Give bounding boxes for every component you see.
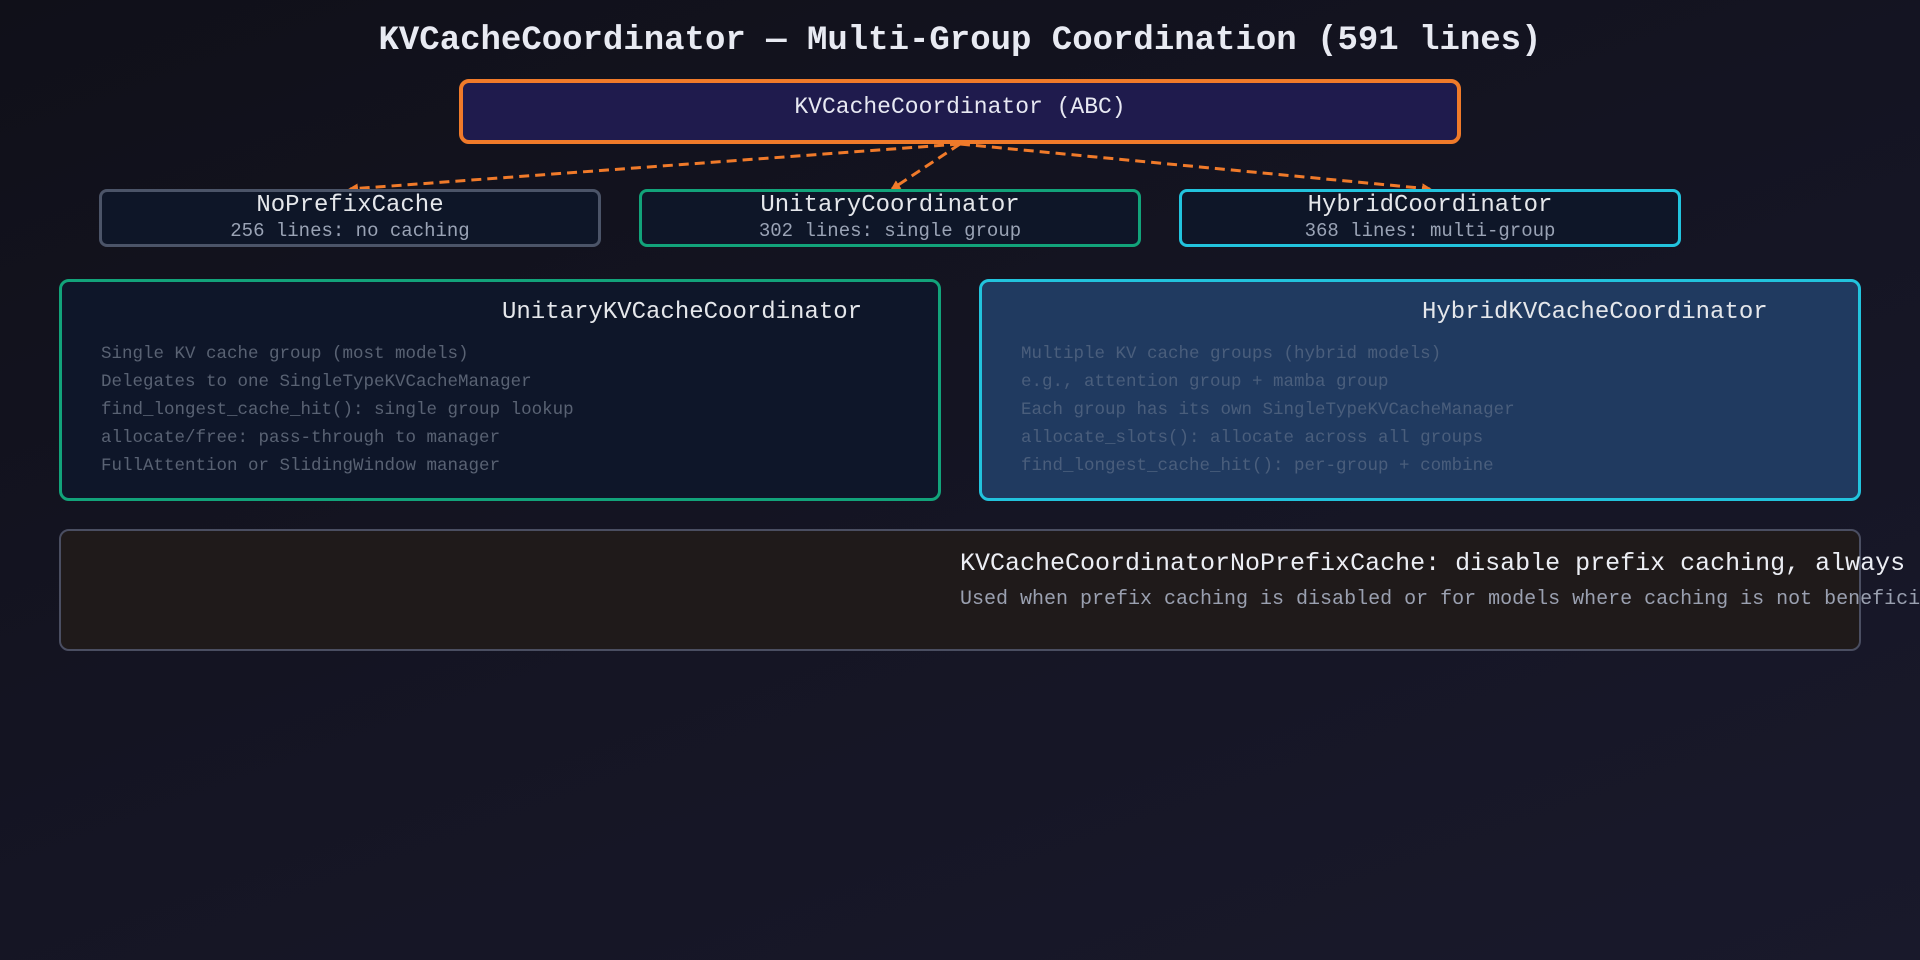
no-prefix-cache-note-clip: KVCacheCoordinatorNoPrefixCache: disable…	[0, 0, 1920, 960]
no-prefix-cache-note-subtitle: Used when prefix caching is disabled or …	[960, 588, 1920, 611]
no-prefix-cache-note-heading: KVCacheCoordinatorNoPrefixCache: disable…	[960, 549, 1920, 578]
